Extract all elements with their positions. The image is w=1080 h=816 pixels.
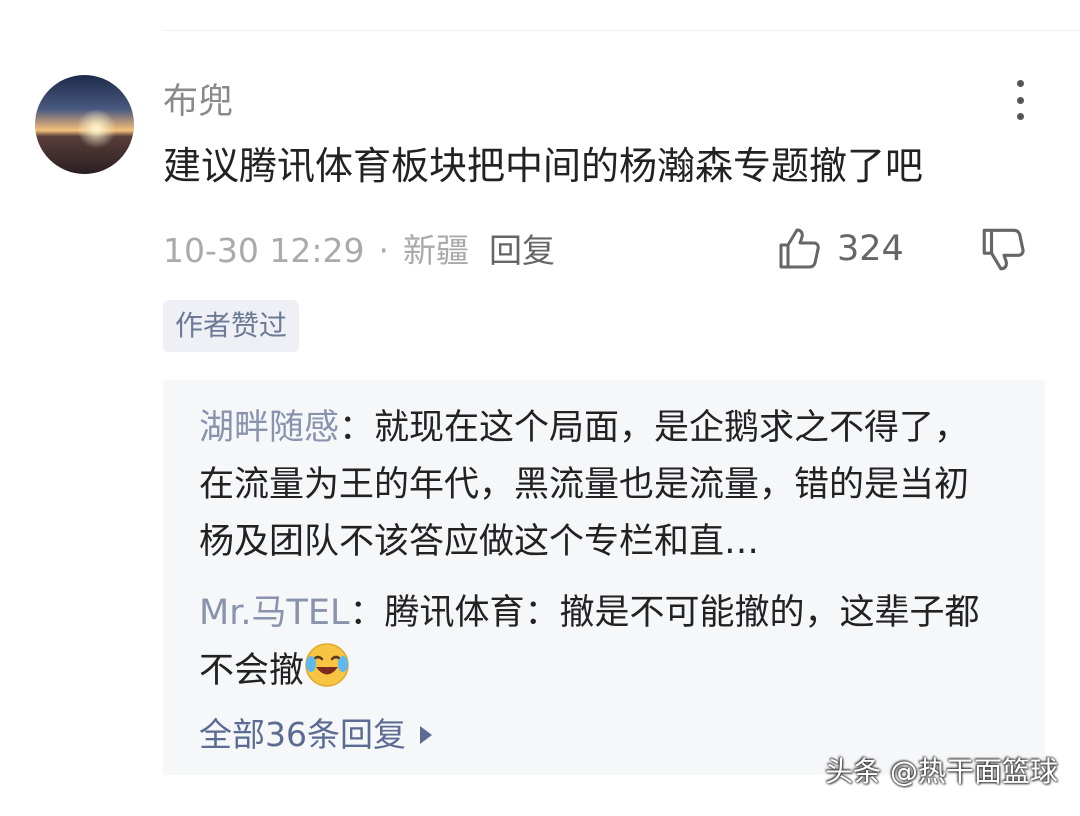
author-liked-badge: 作者赞过 <box>163 300 300 352</box>
view-all-replies-link[interactable]: 全部36条回复 <box>199 712 432 758</box>
reply-username[interactable]: Mr.马TEL <box>199 593 350 633</box>
crying-laughing-emoji-icon <box>305 643 349 687</box>
user-avatar[interactable] <box>35 75 134 174</box>
more-dot-icon <box>1016 80 1024 87</box>
thumbs-down-icon <box>982 228 1025 271</box>
meta-separator: · <box>378 231 389 270</box>
reply-username[interactable]: 湖畔随感 <box>199 408 339 448</box>
comment-timestamp: 10-30 12:29 <box>163 231 365 270</box>
dislike-button[interactable] <box>978 224 1028 274</box>
more-dot-icon <box>1016 96 1024 104</box>
sunset-avatar-icon <box>35 75 134 174</box>
reply-item[interactable]: Mr.马TEL：腾讯体育：撤是不可能撤的，这辈子都不会撤 <box>199 585 999 700</box>
more-options-button[interactable] <box>1003 80 1037 120</box>
top-divider <box>163 30 1080 31</box>
watermark: 头条 @热干面篮球 <box>825 755 1058 788</box>
reply-item[interactable]: 湖畔随感：就现在这个局面，是企鹅求之不得了，在流量为王的年代，黑流量也是流量，错… <box>199 400 999 571</box>
comment-location: 新疆 <box>402 231 469 270</box>
like-button[interactable]: 324 <box>775 224 904 274</box>
reply-button[interactable]: 回复 <box>489 228 555 274</box>
comment-meta: 10-30 12:29 · 新疆 回复 <box>163 228 555 274</box>
comment-username[interactable]: 布兜 <box>163 80 233 124</box>
like-count: 324 <box>837 229 904 269</box>
comment-text: 建议腾讯体育板块把中间的杨瀚森专题撤了吧 <box>163 144 924 188</box>
all-replies-label: 全部36条回复 <box>199 715 406 754</box>
more-dot-icon <box>1016 113 1024 120</box>
reply-colon: ： <box>339 408 375 448</box>
chevron-right-icon <box>420 726 432 744</box>
reply-colon: ： <box>349 593 385 633</box>
thumbs-up-icon <box>779 228 820 269</box>
